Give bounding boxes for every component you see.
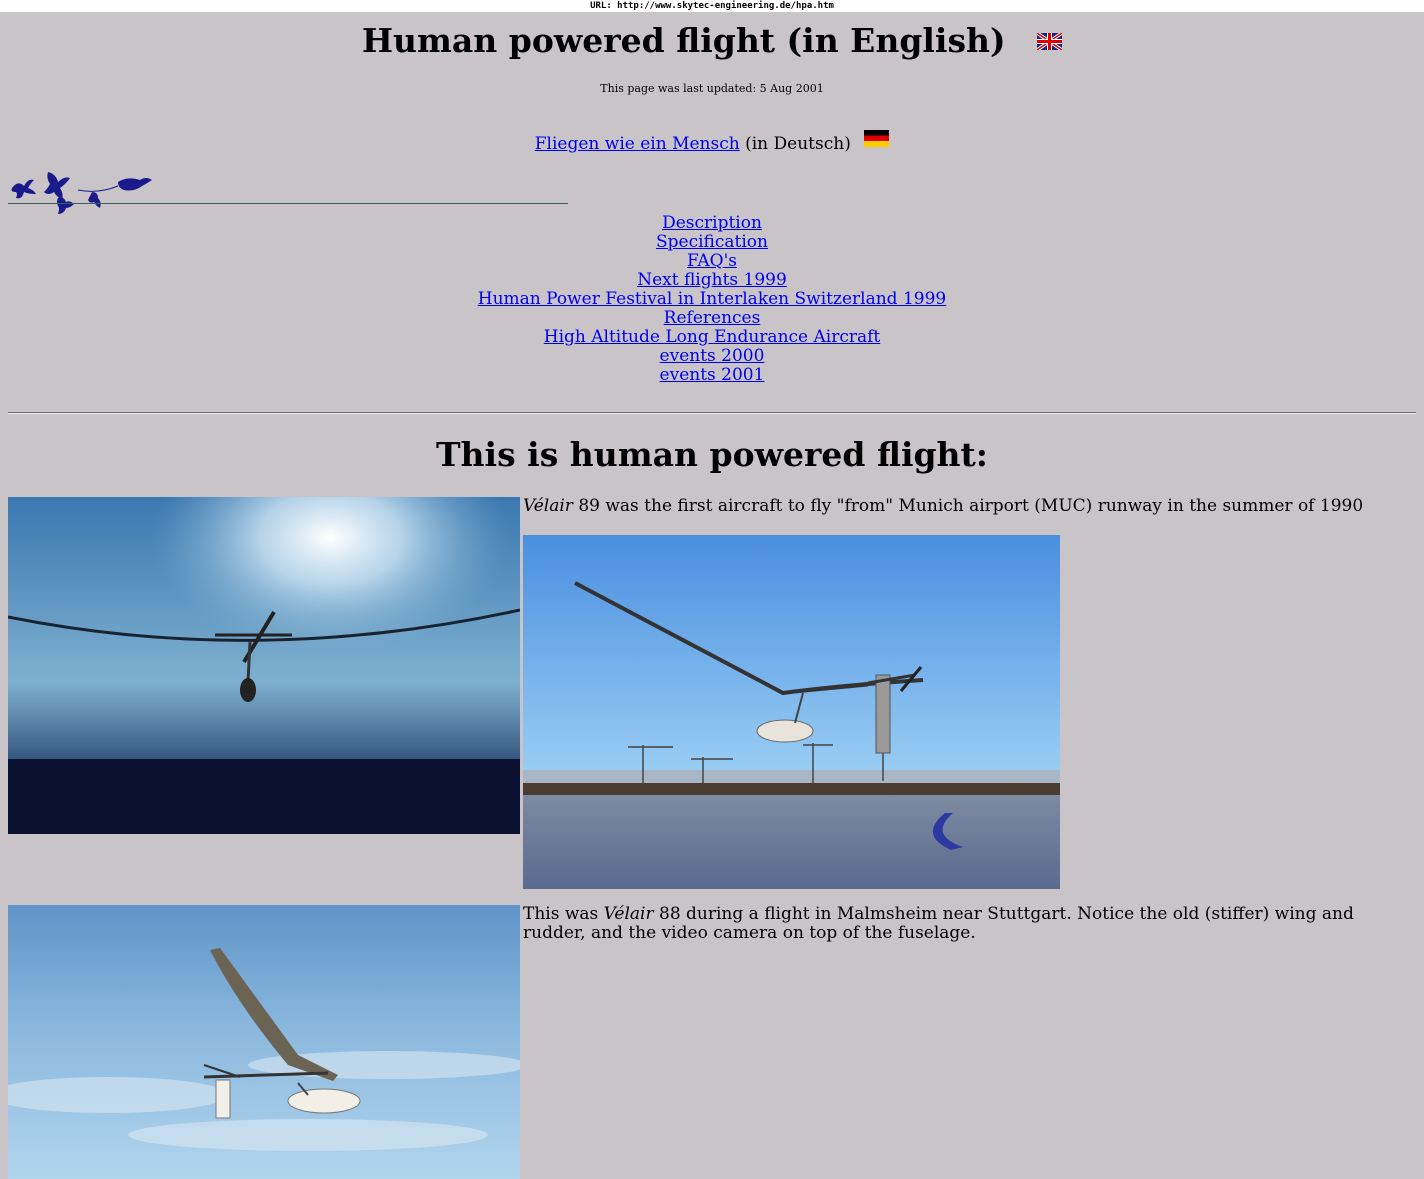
velair-munich-photo [523,535,1060,889]
german-suffix: (in Deutsch) [745,134,851,154]
velair-malmsheim-photo [8,905,520,1179]
caption-1-italic: Vélair [523,496,573,516]
nav-references[interactable]: References [664,309,761,328]
nav-next-flights-1999[interactable]: Next flights 1999 [637,271,787,290]
url-bar: URL: http://www.skytec-engineering.de/hp… [0,0,1424,12]
nav-faqs[interactable]: FAQ's [687,252,737,271]
nav-menu: Description Specification FAQ's Next fli… [0,214,1424,385]
birds-divider [8,203,568,204]
last-updated: This page was last updated: 5 Aug 2001 [600,82,824,95]
caption-1-text: 89 was the first aircraft to fly "from" … [572,496,1364,516]
german-version-line: Fliegen wie ein Mensch (in Deutsch) [0,130,1424,156]
page-title: Human powered flight (in English) [0,20,1424,62]
section-heading: This is human powered flight: [436,435,988,474]
divider [8,412,1416,414]
nav-hale-aircraft[interactable]: High Altitude Long Endurance Aircraft [544,328,881,347]
caption-2: This was Vélair 88 during a flight in Ma… [523,905,1413,943]
nav-events-2001[interactable]: events 2001 [660,366,765,385]
birds-icon [11,172,152,214]
velair-backlit-photo [8,497,520,834]
nav-human-power-festival[interactable]: Human Power Festival in Interlaken Switz… [478,290,946,309]
german-version-link[interactable]: Fliegen wie ein Mensch [535,134,740,154]
nav-events-2000[interactable]: events 2000 [660,347,765,366]
caption-2-pre: This was [523,904,604,924]
uk-flag-icon [1037,33,1063,50]
caption-2-italic: Vélair [603,904,654,924]
page-title-text: Human powered flight (in English) [361,21,1006,60]
nav-description[interactable]: Description [662,214,762,233]
caption-1: Vélair 89 was the first aircraft to fly … [523,497,1413,516]
nav-specification[interactable]: Specification [656,233,768,252]
german-flag-icon [864,130,890,147]
